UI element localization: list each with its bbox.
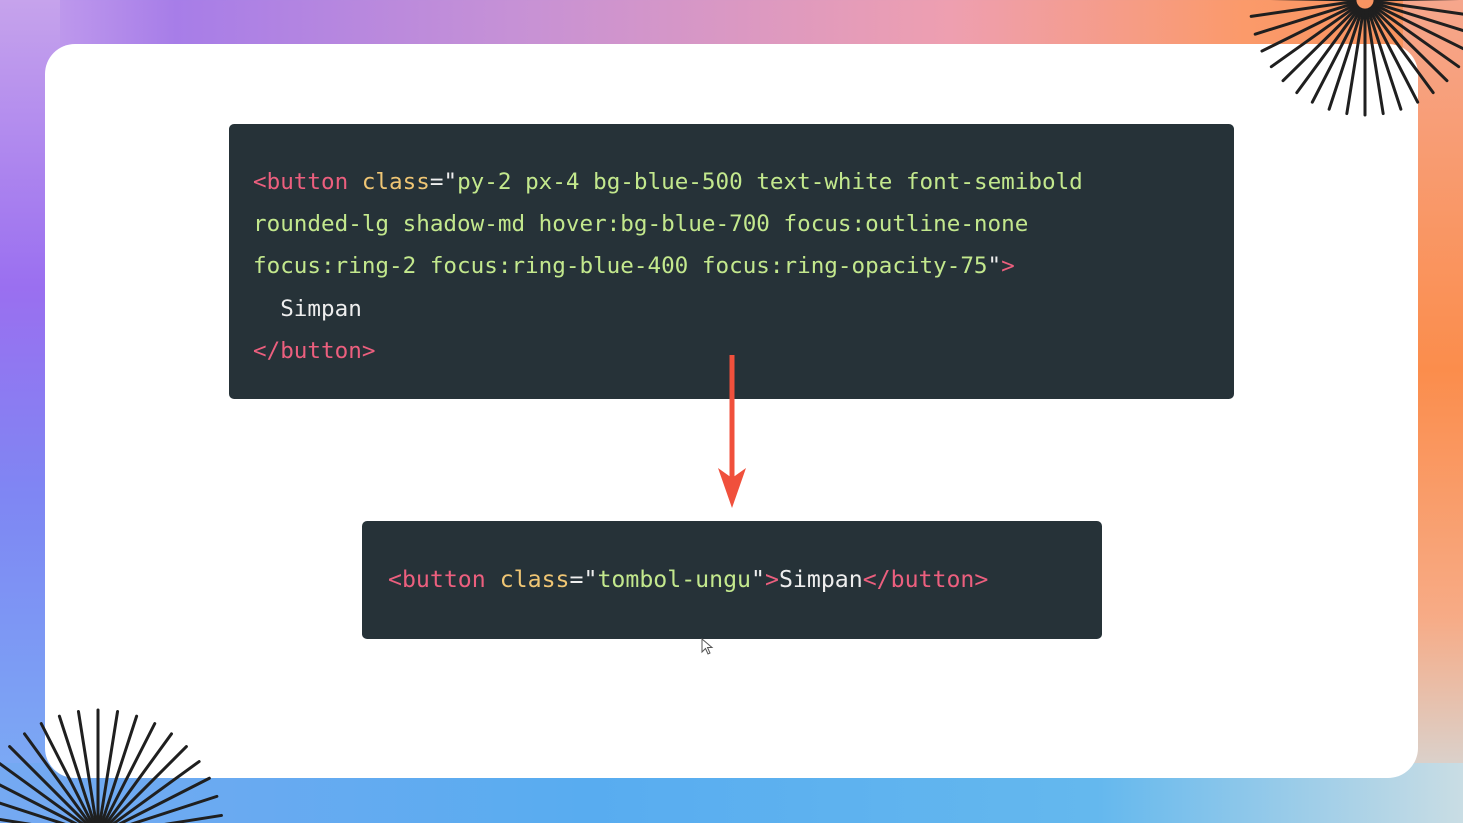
code-token: > [764, 566, 779, 593]
arrow-down-icon [718, 355, 746, 508]
code-line: <button class="py-2 px-4 bg-blue-500 tex… [253, 161, 1234, 203]
code-line: Simpan [253, 288, 1234, 330]
sunburst-decoration-icon [1249, 0, 1463, 117]
code-line: focus:ring-2 focus:ring-blue-400 focus:r… [253, 245, 1234, 287]
code-token: </button> [253, 337, 376, 364]
code-token: <button [388, 566, 486, 593]
code-line: rounded-lg shadow-md hover:bg-blue-700 f… [253, 203, 1234, 245]
code-token: focus:ring-2 focus:ring-blue-400 focus:r… [253, 253, 988, 280]
code-token: tombol-ungu [597, 566, 751, 593]
code-token: Simpan [253, 295, 362, 322]
code-token: =" [429, 169, 458, 195]
code-token: class [361, 169, 430, 195]
code-token: " [987, 253, 1002, 280]
code-token: </button> [862, 566, 989, 593]
code-block-after: <button class="tombol-ungu">Simpan</butt… [362, 521, 1102, 639]
code-token: =" [569, 566, 598, 593]
sunburst-decoration-icon [0, 708, 223, 823]
code-token: py-2 px-4 bg-blue-500 text-white font-se… [457, 169, 1083, 195]
mouse-cursor-icon [701, 638, 714, 655]
code-token: rounded-lg shadow-md hover:bg-blue-700 f… [253, 211, 1029, 238]
code-token: " [751, 566, 765, 593]
code-token: class [499, 566, 570, 593]
code-token: <button [253, 169, 349, 195]
code-token: Simpan [778, 566, 863, 593]
code-line: <button class="tombol-ungu">Simpan</butt… [388, 565, 1102, 595]
code-token: > [1001, 253, 1015, 280]
